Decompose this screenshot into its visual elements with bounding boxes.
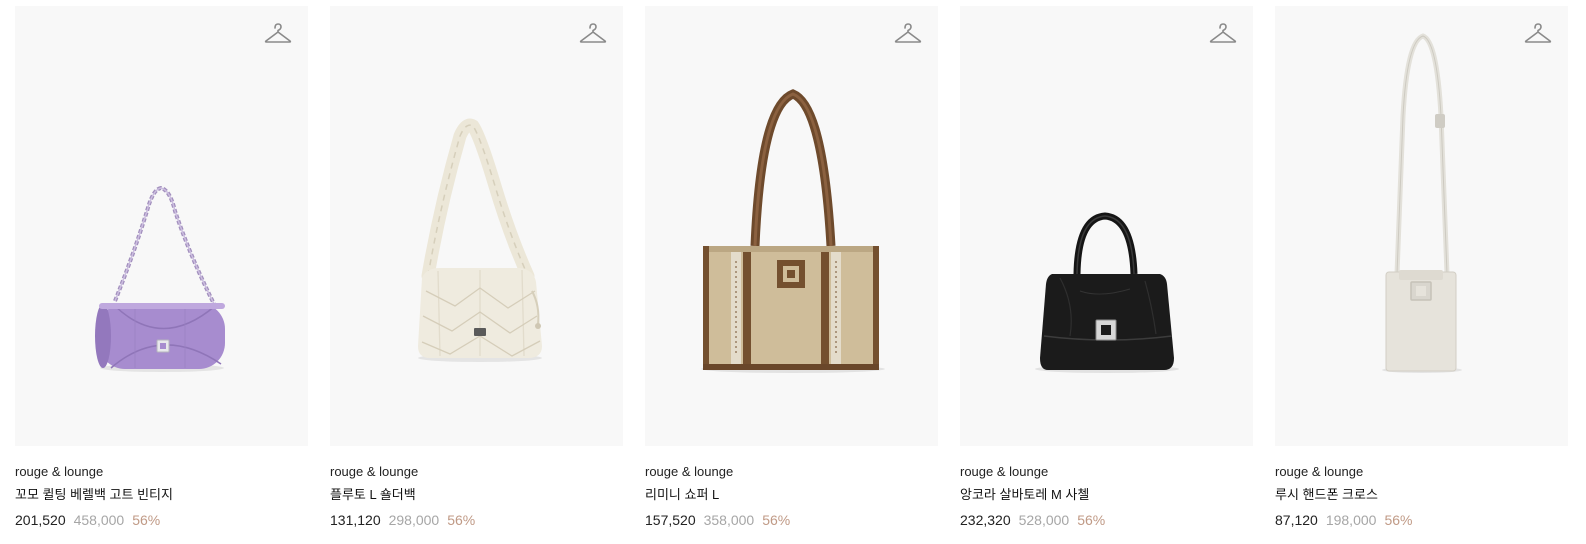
hanger-icon[interactable] [1209,22,1237,46]
sale-price: 201,520 [15,512,66,528]
discount-rate: 56% [1384,512,1413,528]
product-image[interactable] [960,6,1253,446]
product-photo-phone-crossbody [1382,33,1462,373]
discount-rate: 56% [447,512,476,528]
original-price: 358,000 [703,512,755,528]
product-photo-black-satchel [1035,212,1179,373]
price-row: 201,520 458,000 56% [15,511,308,529]
brand-name: rouge & lounge [15,464,104,479]
sale-price: 87,120 [1275,512,1318,528]
sale-price: 131,120 [330,512,381,528]
sale-price: 232,320 [960,512,1011,528]
original-price: 298,000 [388,512,440,528]
price-row: 87,120 198,000 56% [1275,511,1568,529]
brand-name: rouge & lounge [960,464,1049,479]
price-row: 131,120 298,000 56% [330,511,623,529]
product-name[interactable]: 리미니 쇼퍼 L [645,487,938,503]
brand-name: rouge & lounge [1275,464,1364,479]
product-image[interactable] [1275,6,1568,446]
original-price: 528,000 [1018,512,1070,528]
sale-price: 157,520 [645,512,696,528]
brand-name: rouge & lounge [330,464,419,479]
product-card[interactable]: rouge & lounge 플루토 L 숄더백 131,120 298,000 5… [330,6,623,529]
brand-name: rouge & lounge [645,464,734,479]
original-price: 458,000 [73,512,125,528]
hanger-icon[interactable] [579,22,607,46]
product-name[interactable]: 앙코라 살바토레 M 사첼 [960,487,1253,503]
product-card[interactable]: rouge & lounge 꼬모 퀼팅 베렐백 고트 빈티지 201,520 4… [15,6,308,529]
product-grid: rouge & lounge 꼬모 퀼팅 베렐백 고트 빈티지 201,520 4… [0,0,1586,544]
product-name[interactable]: 루시 핸드폰 크로스 [1275,487,1568,503]
product-photo-cream-shoulder-bag [418,118,542,362]
product-card[interactable]: rouge & lounge 루시 핸드폰 크로스 87,120 198,000 5… [1275,6,1568,529]
product-image[interactable] [330,6,623,446]
hanger-icon[interactable] [1524,22,1552,46]
hanger-icon[interactable] [264,22,292,46]
product-card[interactable]: rouge & lounge 리미니 쇼퍼 L 157,520 358,000 56… [645,6,938,529]
discount-rate: 56% [1077,512,1106,528]
discount-rate: 56% [762,512,791,528]
product-card[interactable]: rouge & lounge 앙코라 살바토레 M 사첼 232,320 528,… [960,6,1253,529]
hanger-icon[interactable] [894,22,922,46]
product-photo-lavender-barrel-bag [95,185,225,372]
product-name[interactable]: 꼬모 퀼팅 베렐백 고트 빈티지 [15,487,308,503]
original-price: 198,000 [1325,512,1377,528]
product-photo-canvas-shopper [701,89,885,373]
product-image[interactable] [15,6,308,446]
price-row: 157,520 358,000 56% [645,511,938,529]
product-name[interactable]: 플루토 L 숄더백 [330,487,623,503]
product-image[interactable] [645,6,938,446]
discount-rate: 56% [132,512,161,528]
price-row: 232,320 528,000 56% [960,511,1253,529]
